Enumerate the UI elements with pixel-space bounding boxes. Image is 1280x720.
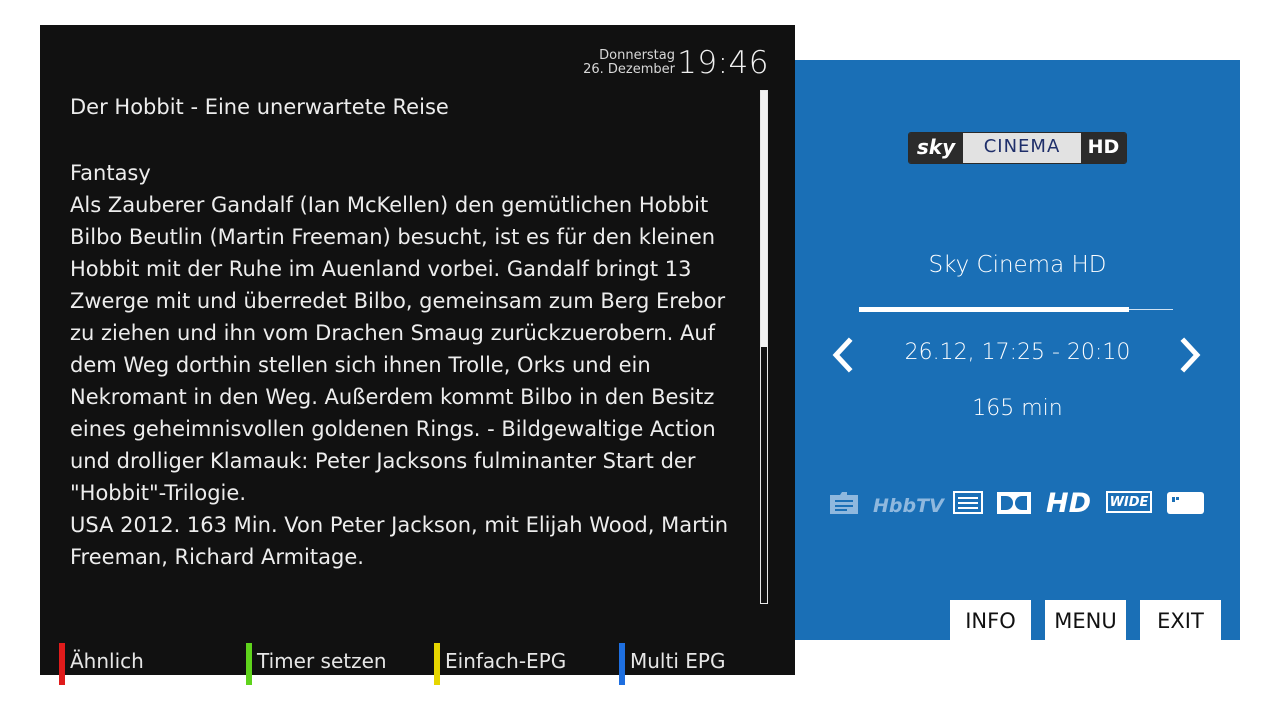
yellow-key-strip bbox=[434, 643, 440, 685]
feature-icons: HbbTV HD WIDE bbox=[828, 488, 1208, 519]
program-synopsis: Als Zauberer Gandalf (Ian McKellen) den … bbox=[70, 193, 726, 505]
chevron-right-icon bbox=[1180, 337, 1201, 373]
teletext-icon bbox=[953, 491, 983, 514]
scrollbar[interactable] bbox=[760, 90, 768, 604]
dolby-icon bbox=[997, 492, 1031, 514]
logo-sky: sky bbox=[909, 133, 963, 163]
blue-key-multi-epg[interactable]: Multi EPG bbox=[619, 643, 726, 685]
clock-time: 19:46 bbox=[677, 45, 769, 81]
channel-info-panel: sky CINEMA HD Sky Cinema HD 26.12, 17:25… bbox=[795, 60, 1240, 640]
yellow-key-simple-epg[interactable]: Einfach-EPG bbox=[434, 643, 567, 685]
program-time-range: 26.12, 17:25 - 20:10 bbox=[904, 340, 1131, 365]
clock-date-text: 26. Dezember bbox=[583, 62, 675, 77]
red-key-label: Ähnlich bbox=[70, 649, 144, 673]
program-duration: 165 min bbox=[972, 396, 1063, 421]
green-key-label: Timer setzen bbox=[257, 649, 387, 673]
progress-fill bbox=[859, 307, 1129, 312]
scrollbar-thumb[interactable] bbox=[761, 91, 767, 347]
logo-hd: HD bbox=[1081, 133, 1126, 163]
widescreen-icon: WIDE bbox=[1106, 491, 1152, 513]
red-key-strip bbox=[59, 643, 65, 685]
green-key-strip bbox=[246, 643, 252, 685]
hd-icon: HD bbox=[1046, 488, 1092, 519]
red-key-similar[interactable]: Ähnlich bbox=[59, 643, 144, 685]
program-title: Der Hobbit - Eine unerwartete Reise bbox=[70, 95, 449, 119]
subtitle-icon bbox=[830, 492, 858, 514]
program-genre: Fantasy bbox=[70, 161, 151, 185]
menu-button[interactable]: MENU bbox=[1045, 600, 1126, 640]
blue-key-label: Multi EPG bbox=[630, 649, 726, 673]
hbbtv-icon: HbbTV bbox=[873, 495, 944, 517]
blue-key-strip bbox=[619, 643, 625, 685]
clock-day: Donnerstag bbox=[599, 48, 675, 63]
green-key-timer[interactable]: Timer setzen bbox=[246, 643, 387, 685]
info-button[interactable]: INFO bbox=[950, 600, 1031, 640]
logo-cinema: CINEMA bbox=[963, 133, 1081, 163]
program-description: Fantasy Als Zauberer Gandalf (Ian McKell… bbox=[70, 157, 740, 573]
epg-detail-panel: Donnerstag 26. Dezember 19:46 Der Hobbit… bbox=[40, 25, 795, 685]
function-key-bar: Ähnlich Timer setzen Einfach-EPG Multi E… bbox=[40, 633, 795, 685]
channel-name: Sky Cinema HD bbox=[928, 252, 1107, 278]
exit-button[interactable]: EXIT bbox=[1140, 600, 1221, 640]
info-card-icon bbox=[1167, 492, 1204, 514]
program-credits: USA 2012. 163 Min. Von Peter Jackson, mi… bbox=[70, 513, 729, 569]
clock-date: Donnerstag 26. Dezember bbox=[583, 49, 675, 77]
next-program-arrow[interactable] bbox=[1175, 335, 1205, 375]
channel-logo: sky CINEMA HD bbox=[908, 132, 1127, 164]
yellow-key-label: Einfach-EPG bbox=[445, 649, 567, 673]
